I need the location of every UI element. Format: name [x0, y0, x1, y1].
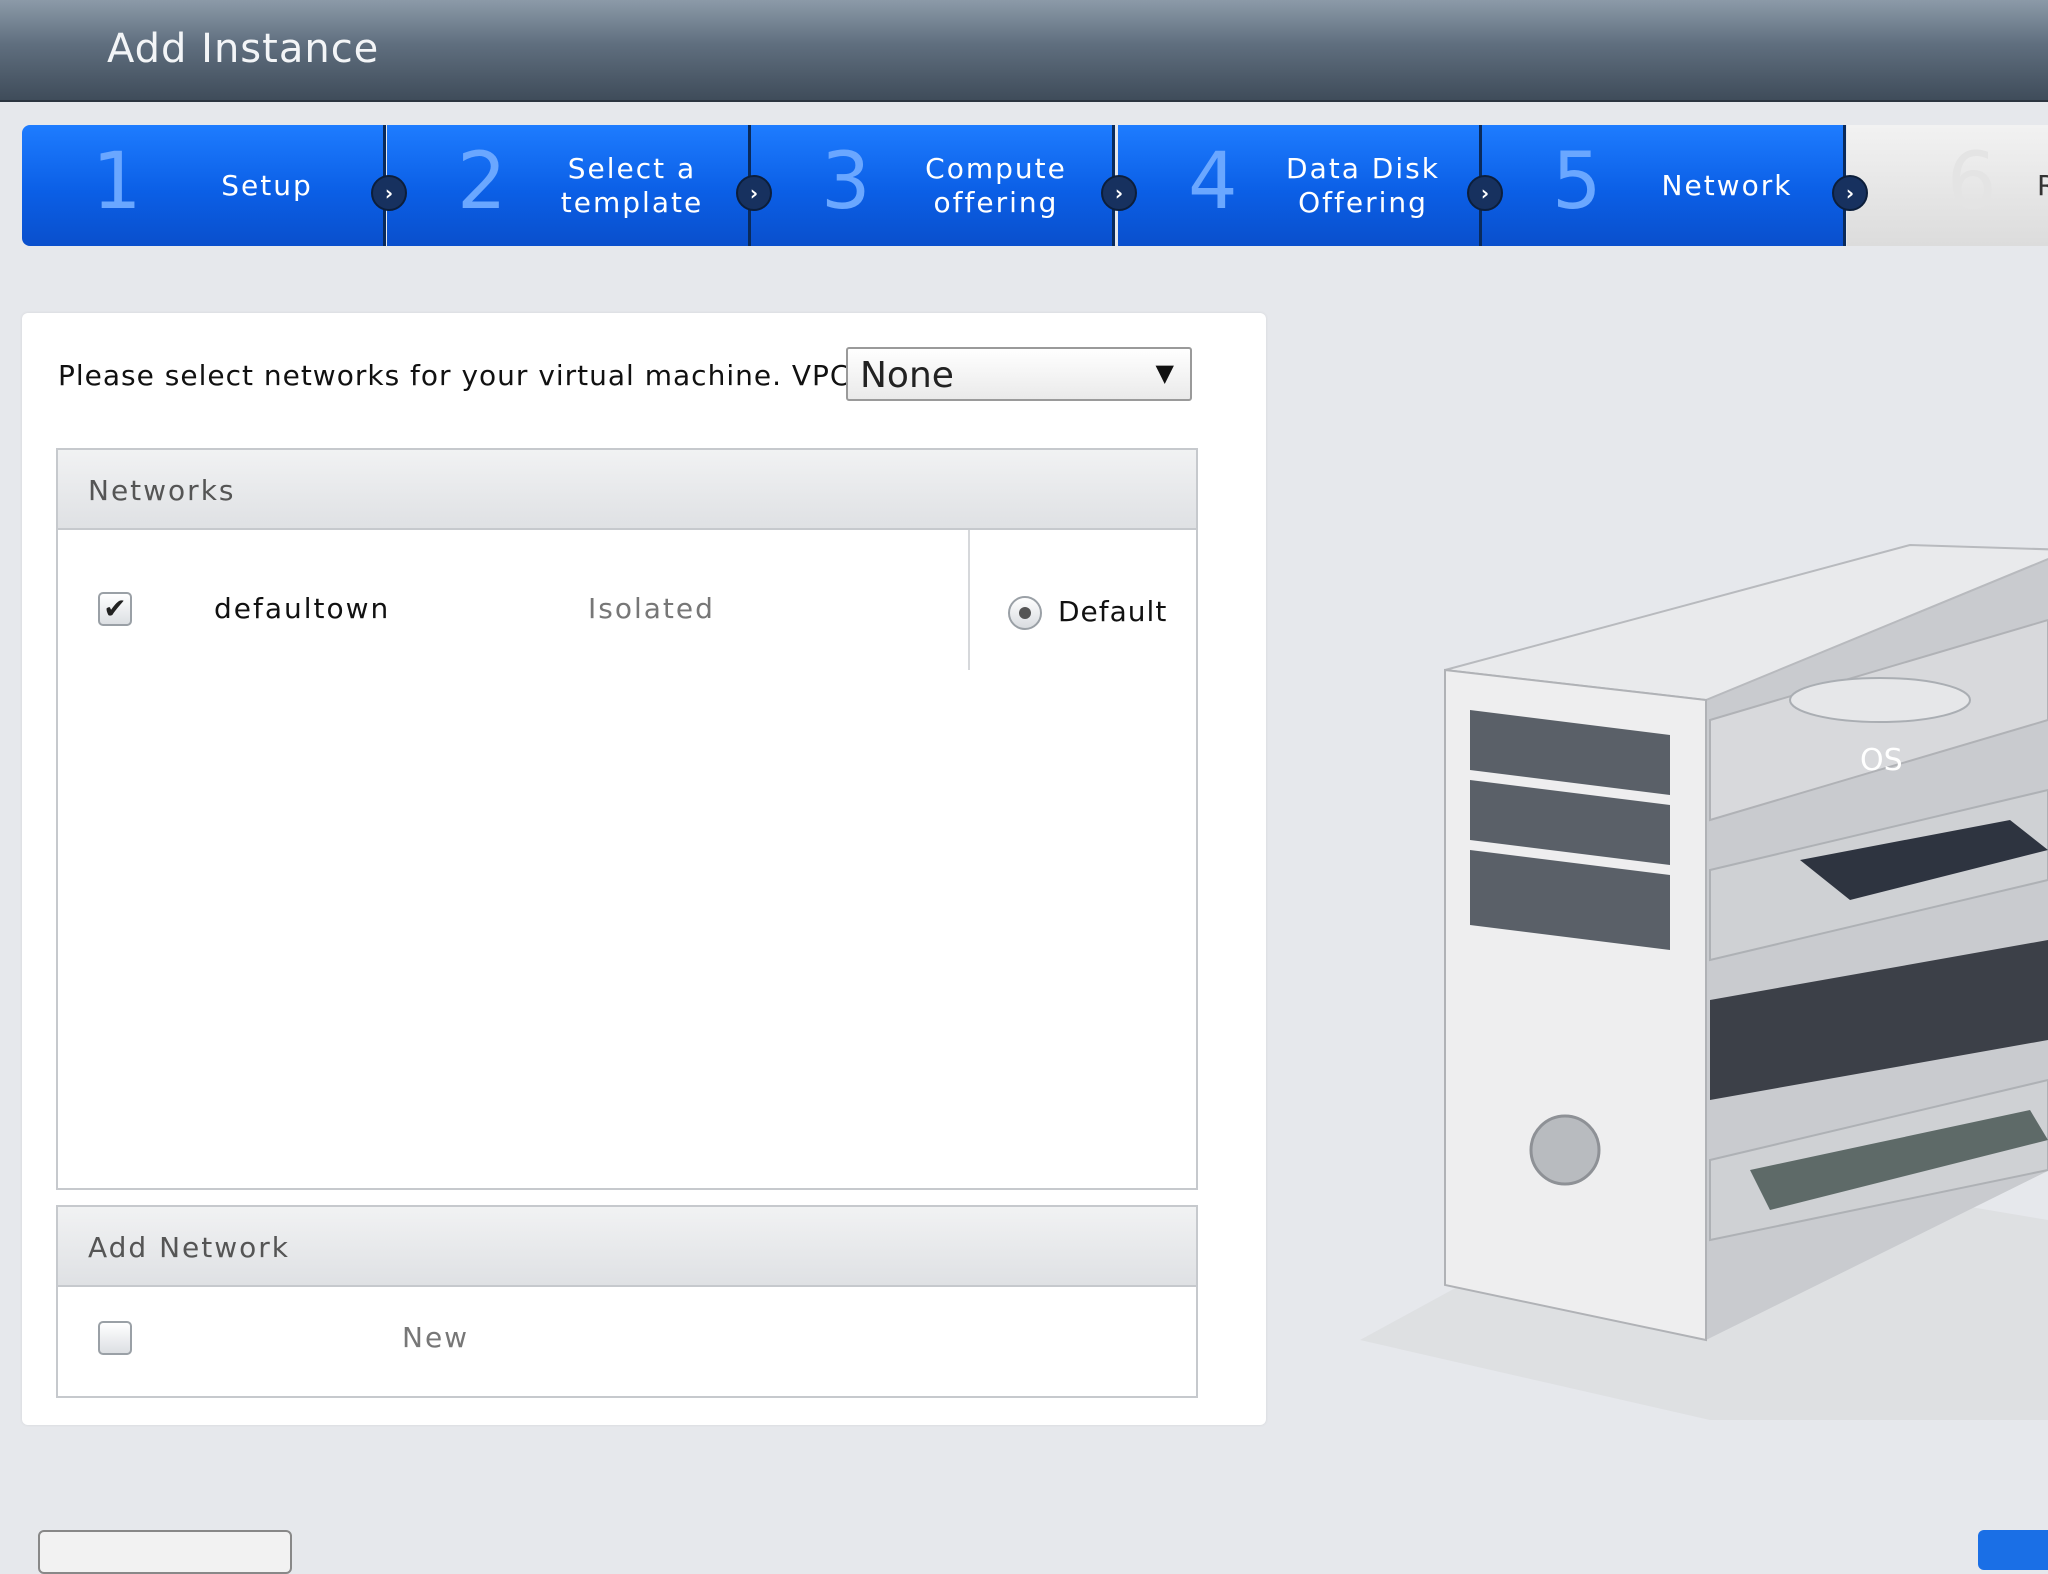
networks-section: Networks ✔ defaultown Isolated Default	[56, 448, 1198, 1190]
caret-down-icon: ▼	[1155, 359, 1174, 387]
next-button[interactable]	[1978, 1530, 2048, 1570]
vpc-selected-value: None	[860, 355, 954, 396]
step-label: Setup	[221, 168, 313, 202]
dialog-title: Add Instance	[107, 26, 380, 72]
network-prompt: Please select networks for your virtual …	[58, 359, 861, 392]
network-type: Isolated	[588, 592, 715, 625]
chevron-right-icon: ›	[1467, 175, 1503, 211]
os-label: OS	[1860, 743, 1903, 778]
wizard-step-select-template[interactable]: 2 Select a template	[387, 125, 751, 246]
wizard-step-compute-offering[interactable]: 3 Compute offering	[751, 125, 1115, 246]
add-network-section-header: Add Network	[58, 1207, 1196, 1287]
column-divider	[968, 530, 970, 670]
add-network-section-title: Add Network	[88, 1231, 291, 1264]
vpc-select[interactable]: None ▼	[846, 347, 1192, 401]
step-label: Compute offering	[925, 151, 1067, 219]
wizard-step-review[interactable]: 6 Re	[1847, 125, 2048, 246]
cancel-button[interactable]	[38, 1530, 292, 1574]
wizard-steps: 1 Setup 2 Select a template 3 Compute of…	[22, 125, 2048, 246]
step-label: Select a template	[560, 151, 704, 219]
default-network-label: Default	[1058, 595, 1168, 628]
step-number: 6	[1947, 137, 1997, 227]
step-label: Re	[2037, 168, 2048, 202]
chevron-right-icon: ›	[736, 175, 772, 211]
network-name: defaultown	[214, 592, 391, 625]
chevron-right-icon: ›	[371, 175, 407, 211]
new-network-checkbox[interactable]	[98, 1321, 132, 1355]
add-network-section: Add Network New	[56, 1205, 1198, 1398]
wizard-step-setup[interactable]: 1 Setup	[22, 125, 386, 246]
network-row-checkbox[interactable]: ✔	[98, 592, 132, 626]
wizard-step-data-disk-offering[interactable]: 4 Data Disk Offering	[1118, 125, 1482, 246]
default-network-radio[interactable]	[1008, 596, 1042, 630]
new-network-label: New	[402, 1321, 470, 1354]
step-number: 1	[92, 137, 142, 227]
chevron-right-icon: ›	[1832, 175, 1868, 211]
step-number: 4	[1188, 137, 1238, 227]
power-button-icon	[1529, 1114, 1601, 1186]
step-number: 5	[1552, 137, 1602, 227]
step-label: Network	[1661, 168, 1793, 202]
network-selection-panel: Please select networks for your virtual …	[22, 313, 1266, 1425]
checkmark-icon: ✔	[103, 592, 127, 625]
networks-section-header: Networks	[58, 450, 1196, 530]
networks-section-title: Networks	[88, 474, 236, 507]
dialog-title-bar: Add Instance	[0, 0, 2048, 102]
chevron-right-icon: ›	[1101, 175, 1137, 211]
server-illustration: OS	[1360, 543, 2048, 1420]
step-number: 3	[821, 137, 871, 227]
step-number: 2	[457, 137, 507, 227]
wizard-step-network[interactable]: 5 Network	[1482, 125, 1846, 246]
step-label: Data Disk Offering	[1286, 151, 1440, 219]
disc-icon	[1789, 677, 1971, 723]
